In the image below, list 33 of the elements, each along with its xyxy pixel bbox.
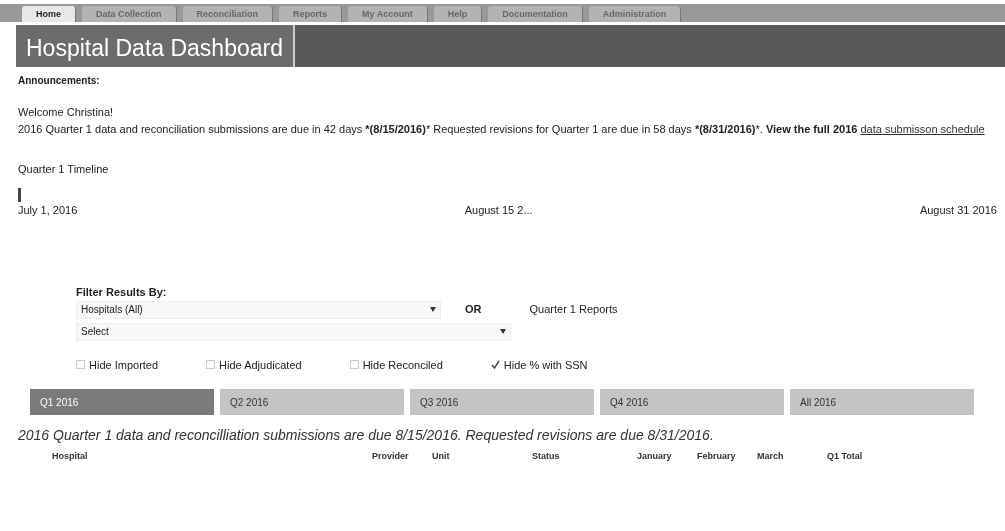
checkbox[interactable] — [490, 360, 500, 370]
welcome-text: Welcome Christina! — [18, 105, 115, 120]
select-value: Hospitals (All) — [81, 303, 143, 317]
checkbox-label: Hide Imported — [89, 357, 159, 373]
column-header: Provider — [372, 450, 410, 463]
checkbox-label: Hide Reconciled — [362, 357, 443, 373]
period-select[interactable]: Select — [76, 322, 511, 341]
column-header: Hospital — [52, 450, 89, 463]
column-header: Q1 Total — [827, 450, 864, 463]
schedule-link[interactable]: data submisson schedule — [860, 122, 985, 135]
timeline-date: August 15 2... — [464, 202, 533, 218]
column-header: Unit — [432, 450, 451, 463]
column-header: January — [637, 450, 673, 463]
page-title: Hospital Data Dashboard — [16, 25, 295, 67]
notice-text: 2016 Quarter 1 data and reconcilliation submissions are due 8/15/2016. Requested revisions are due 8/31/2016. — [18, 426, 715, 445]
filter-heading: Filter Results By: — [76, 285, 168, 300]
reports-label: Quarter 1 Reports — [529, 302, 618, 318]
timeline-date: July 1, 2016 — [18, 202, 78, 218]
announcement-text: 2016 Quarter 1 data and reconciliation submissions are due in 42 days *(8/15/2016)* Requested revisions for Quarter 1 are due in 58 days *(8/31/2016)*. View the full 2016 data submisson schedule — [18, 121, 986, 137]
nav-tab[interactable]: Home — [22, 6, 76, 22]
checkbox-label: Hide Adjudicated — [219, 357, 302, 373]
select-value: Select — [81, 325, 109, 339]
announcements-heading: Announcements: — [18, 74, 101, 88]
timeline-title: Quarter 1 Timeline — [18, 162, 110, 177]
caret-icon — [500, 329, 506, 334]
caret-icon — [430, 307, 436, 312]
checkbox-label: Hide % with SSN — [503, 357, 588, 373]
timeline-date: August 31 2016 — [919, 202, 997, 218]
or-label: OR — [465, 302, 482, 318]
column-header: Status — [532, 450, 561, 463]
hospital-select[interactable]: Hospitals (All) — [76, 300, 441, 319]
column-header: February — [697, 450, 737, 463]
column-header: March — [757, 450, 785, 463]
